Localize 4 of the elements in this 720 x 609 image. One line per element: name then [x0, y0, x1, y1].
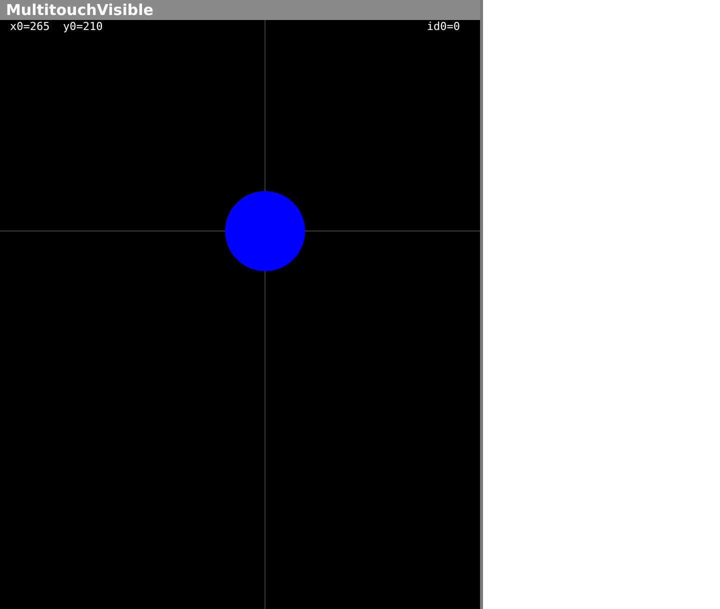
coordinates-readout: x0=265 y0=210 [10, 20, 103, 34]
pointer-id-readout: id0=0 [426, 20, 460, 34]
touch-canvas[interactable]: x0=265 y0=210 id0=0 [0, 20, 480, 609]
window-title: MultitouchVisible [6, 2, 154, 18]
